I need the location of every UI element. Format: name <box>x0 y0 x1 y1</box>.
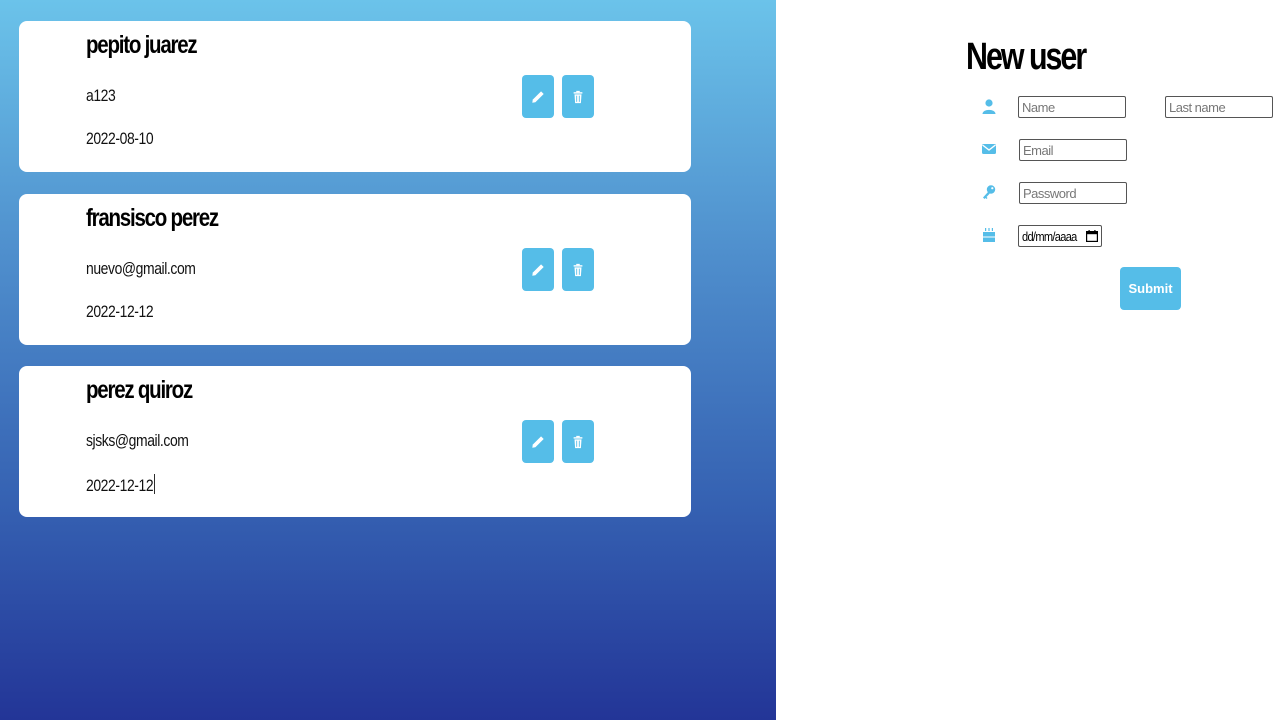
user-date: 2022-12-12 <box>86 474 155 495</box>
user-card: pepito juarez a123 2022-08-10 <box>19 21 691 172</box>
trash-icon <box>573 435 583 448</box>
calendar-icon[interactable] <box>1086 230 1098 242</box>
email-input[interactable] <box>1019 139 1127 161</box>
birthdate-input[interactable]: dd/mm/aaaa <box>1018 225 1102 247</box>
user-detail: a123 <box>86 86 116 105</box>
delete-button[interactable] <box>562 75 594 118</box>
password-input[interactable] <box>1019 182 1127 204</box>
pencil-icon <box>532 90 544 103</box>
pencil-icon <box>532 435 544 448</box>
edit-button[interactable] <box>522 420 554 463</box>
cake-icon <box>981 227 997 243</box>
date-placeholder: dd/mm/aaaa <box>1022 228 1077 244</box>
submit-button[interactable]: Submit <box>1120 267 1181 310</box>
key-icon <box>981 184 997 200</box>
user-name: pepito juarez <box>86 31 198 59</box>
name-input[interactable] <box>1018 96 1126 118</box>
user-name: fransisco perez <box>86 204 219 232</box>
user-detail: sjsks@gmail.com <box>86 431 189 450</box>
user-icon <box>981 98 997 114</box>
last-name-input[interactable] <box>1165 96 1273 118</box>
user-list-panel: pepito juarez a123 2022-08-10 fransisco … <box>0 0 776 720</box>
delete-button[interactable] <box>562 248 594 291</box>
user-date: 2022-12-12 <box>86 302 154 321</box>
text-cursor <box>154 474 155 494</box>
delete-button[interactable] <box>562 420 594 463</box>
edit-button[interactable] <box>522 248 554 291</box>
user-detail: nuevo@gmail.com <box>86 259 196 278</box>
user-date: 2022-08-10 <box>86 129 154 148</box>
user-name: perez quiroz <box>86 376 193 404</box>
envelope-icon <box>981 141 997 157</box>
form-title: New user <box>966 36 1087 78</box>
trash-icon <box>573 263 583 276</box>
pencil-icon <box>532 263 544 276</box>
trash-icon <box>573 90 583 103</box>
edit-button[interactable] <box>522 75 554 118</box>
user-card: fransisco perez nuevo@gmail.com 2022-12-… <box>19 194 691 345</box>
user-card: perez quiroz sjsks@gmail.com 2022-12-12 <box>19 366 691 517</box>
